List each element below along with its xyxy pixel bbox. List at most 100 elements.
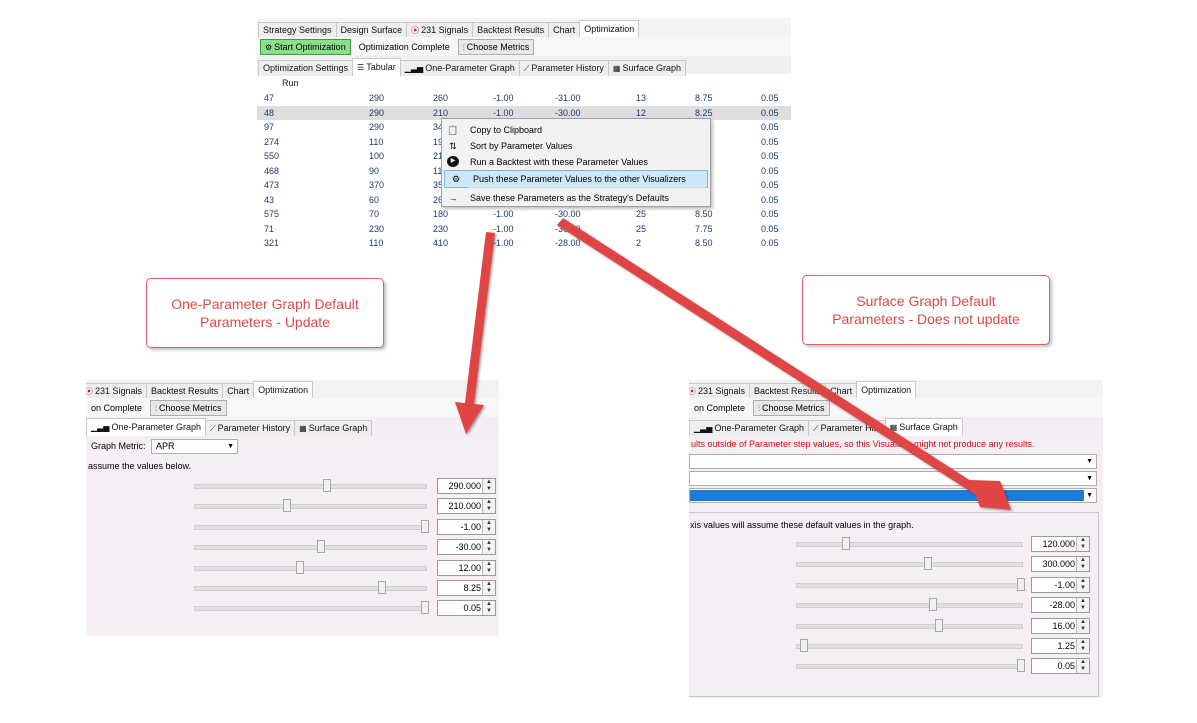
parameter-slider-track[interactable] (194, 545, 427, 551)
tab-top-sub-tabs-0[interactable]: Optimization Settings (258, 60, 354, 76)
tab-left-main-tabs-1[interactable]: Backtest Results (146, 383, 224, 399)
parameter-slider-thumb[interactable] (935, 618, 944, 632)
tab-top-main-tabs-0[interactable]: Strategy Settings (258, 22, 337, 38)
table-row[interactable]: 71 230 230 -1.00 -30.00 25 7.75 0.05 (257, 222, 791, 237)
parameter-value-spinner[interactable]: 120.000 ▲ ▼ (1031, 536, 1090, 552)
spinner-arrows-icon[interactable]: ▲ ▼ (482, 499, 495, 514)
parameter-slider-thumb[interactable] (282, 499, 291, 513)
context-menu-item[interactable]: ⇅ Sort by Parameter Values (442, 138, 710, 154)
spinner-arrows-icon[interactable]: ▲ ▼ (482, 540, 495, 555)
table-row[interactable]: 321 110 410 -1.00 -28.00 2 8.50 0.05 (257, 236, 791, 247)
tab-top-main-tabs-1[interactable]: Design Surface (335, 22, 408, 38)
parameter-slider-thumb[interactable] (1017, 577, 1025, 591)
spinner-arrows-icon[interactable]: ▲ ▼ (482, 519, 495, 534)
parameter-slider-track[interactable] (194, 504, 427, 510)
parameter-slider-track[interactable] (796, 644, 1023, 649)
parameter-slider-thumb[interactable] (924, 557, 933, 571)
tab-left-main-tabs-0[interactable]: ⦿ 231 Signals (86, 383, 148, 399)
tab-top-sub-tabs-1[interactable]: ☰ Tabular (352, 58, 401, 76)
graph-metric-select[interactable]: APR ▼ (151, 439, 238, 454)
tab-top-sub-tabs-4[interactable]: ▦ Surface Graph (607, 60, 686, 76)
metric-select[interactable]: ▼ (689, 488, 1097, 503)
parameter-value-spinner[interactable]: 8.25 ▲ ▼ (437, 580, 496, 596)
spinner-arrows-icon[interactable]: ▲ ▼ (482, 479, 495, 493)
tab-right-main-tabs-3[interactable]: Optimization (856, 381, 917, 399)
defaults-group: xis values will assume these default val… (689, 512, 1099, 697)
context-menu-item[interactable]: → Save these Parameters as the Strategy's… (442, 190, 710, 206)
left-choose-metrics-button[interactable]: ⫶ Choose Metrics (150, 400, 227, 416)
parameter-slider-thumb[interactable] (421, 601, 429, 615)
spinner-arrows-icon[interactable]: ▲ ▼ (1076, 598, 1089, 613)
tab-left-sub-tabs-2[interactable]: ▦ Surface Graph (294, 420, 373, 436)
parameter-slider-thumb[interactable] (421, 519, 429, 533)
spinner-arrows-icon[interactable]: ▲ ▼ (1076, 577, 1089, 592)
parameter-slider-track[interactable] (796, 664, 1023, 670)
context-menu-item[interactable]: 📋 Copy to Clipboard (442, 122, 710, 138)
parameter-value-spinner[interactable]: -28.00 ▲ ▼ (1031, 597, 1090, 614)
spinner-arrows-icon[interactable]: ▲ ▼ (482, 581, 495, 595)
parameter-value-spinner[interactable]: 210.000 ▲ ▼ (437, 498, 496, 515)
context-menu-item[interactable]: ⚙ Push these Parameter Values to the othe… (444, 170, 708, 188)
tab-right-sub-tabs-2[interactable]: ▦ Surface Graph (884, 418, 963, 436)
parameter-value-spinner[interactable]: 1.25 ▲ ▼ (1031, 638, 1090, 654)
tab-top-sub-tabs-2[interactable]: ▁▃▅ One-Parameter Graph (399, 60, 520, 76)
x-axis-select[interactable]: ▼ (689, 454, 1097, 469)
choose-metrics-button[interactable]: ⫶ Choose Metrics (457, 39, 535, 55)
parameter-value-spinner[interactable]: 12.00 ▲ ▼ (437, 559, 496, 576)
parameter-value-spinner[interactable]: -1.00 ▲ ▼ (1031, 576, 1090, 593)
spinner-arrows-icon[interactable]: ▲ ▼ (482, 560, 495, 575)
parameter-slider-thumb[interactable] (800, 639, 809, 652)
parameter-slider-track[interactable] (194, 606, 427, 612)
parameter-slider-thumb[interactable] (928, 598, 937, 612)
parameter-slider-track[interactable] (796, 623, 1023, 629)
right-choose-metrics-button[interactable]: ⫶ Choose Metrics (753, 400, 830, 416)
table-cell: 90 (369, 165, 380, 176)
parameter-slider-track[interactable] (796, 562, 1023, 568)
spinner-arrows-icon[interactable]: ▲ ▼ (482, 601, 495, 616)
spinner-arrows-icon[interactable]: ▲ ▼ (1076, 618, 1089, 633)
parameter-slider-track[interactable] (194, 524, 427, 530)
parameter-slider-thumb[interactable] (377, 581, 386, 594)
tab-top-sub-tabs-3[interactable]: ⟋ Parameter History (518, 60, 609, 76)
parameter-value-spinner[interactable]: 0.05 ▲ ▼ (437, 600, 496, 617)
parameter-slider-thumb[interactable] (316, 540, 325, 554)
parameter-slider-track[interactable] (194, 565, 427, 571)
spinner-arrows-icon[interactable]: ▲ ▼ (1076, 557, 1089, 572)
tab-left-main-tabs-3[interactable]: Optimization (253, 381, 314, 399)
table-row[interactable]: 47 290 260 -1.00 -31.00 13 8.75 0.05 (257, 91, 791, 106)
parameter-slider-track[interactable] (796, 582, 1023, 588)
tab-right-main-tabs-0[interactable]: ⦿ 231 Signals (689, 383, 751, 399)
tab-top-main-tabs-3[interactable]: Backtest Results (472, 22, 550, 38)
tab-top-main-tabs-4[interactable]: Chart (548, 22, 581, 38)
tab-right-sub-tabs-0[interactable]: ▁▃▅ One-Parameter Graph (689, 420, 810, 436)
start-optimization-button[interactable]: ⚙ Start Optimization (260, 39, 351, 55)
parameter-slider-thumb[interactable] (842, 537, 851, 550)
parameter-value-spinner[interactable]: -1.00 ▲ ▼ (437, 518, 496, 535)
parameter-slider-track[interactable] (796, 603, 1023, 609)
spinner-arrows-icon[interactable]: ▲ ▼ (1076, 659, 1089, 674)
y-axis-select[interactable]: ▼ (689, 471, 1097, 486)
tab-top-main-tabs-5[interactable]: Optimization (579, 20, 640, 38)
parameter-slider-thumb[interactable] (1017, 659, 1025, 673)
tab-right-main-tabs-2[interactable]: Chart (825, 383, 858, 399)
spinner-arrows-icon[interactable]: ▲ ▼ (1076, 537, 1089, 551)
parameter-value-spinner[interactable]: -30.00 ▲ ▼ (437, 539, 496, 556)
tab-top-main-tabs-2[interactable]: ⦿ 231 Signals (406, 22, 474, 38)
parameter-slider-track[interactable] (796, 542, 1023, 547)
tab-left-main-tabs-2[interactable]: Chart (222, 383, 255, 399)
table-row[interactable]: 575 70 180 -1.00 -30.00 25 8.50 0.05 (257, 207, 791, 222)
parameter-value-spinner[interactable]: 16.00 ▲ ▼ (1031, 617, 1090, 634)
tab-left-sub-tabs-1[interactable]: ⟋ Parameter History (205, 420, 296, 436)
parameter-value-spinner[interactable]: 290.000 ▲ ▼ (437, 478, 496, 494)
tab-right-main-tabs-1[interactable]: Backtest Results (749, 383, 827, 399)
spinner-arrows-icon[interactable]: ▲ ▼ (1076, 639, 1089, 653)
parameter-value-spinner[interactable]: 300.000 ▲ ▼ (1031, 556, 1090, 573)
parameter-slider-thumb[interactable] (296, 560, 305, 574)
context-menu-item[interactable]: ▶ Run a Backtest with these Parameter Val… (442, 154, 710, 170)
parameter-value-spinner[interactable]: 0.05 ▲ ▼ (1031, 658, 1090, 675)
tab-right-sub-tabs-1[interactable]: ⟋ Parameter Hist (808, 420, 886, 436)
parameter-slider-track[interactable] (194, 586, 427, 591)
tab-left-sub-tabs-0[interactable]: ▁▃▅ One-Parameter Graph (86, 418, 207, 436)
parameter-slider-thumb[interactable] (323, 479, 332, 492)
parameter-slider-track[interactable] (194, 484, 427, 489)
